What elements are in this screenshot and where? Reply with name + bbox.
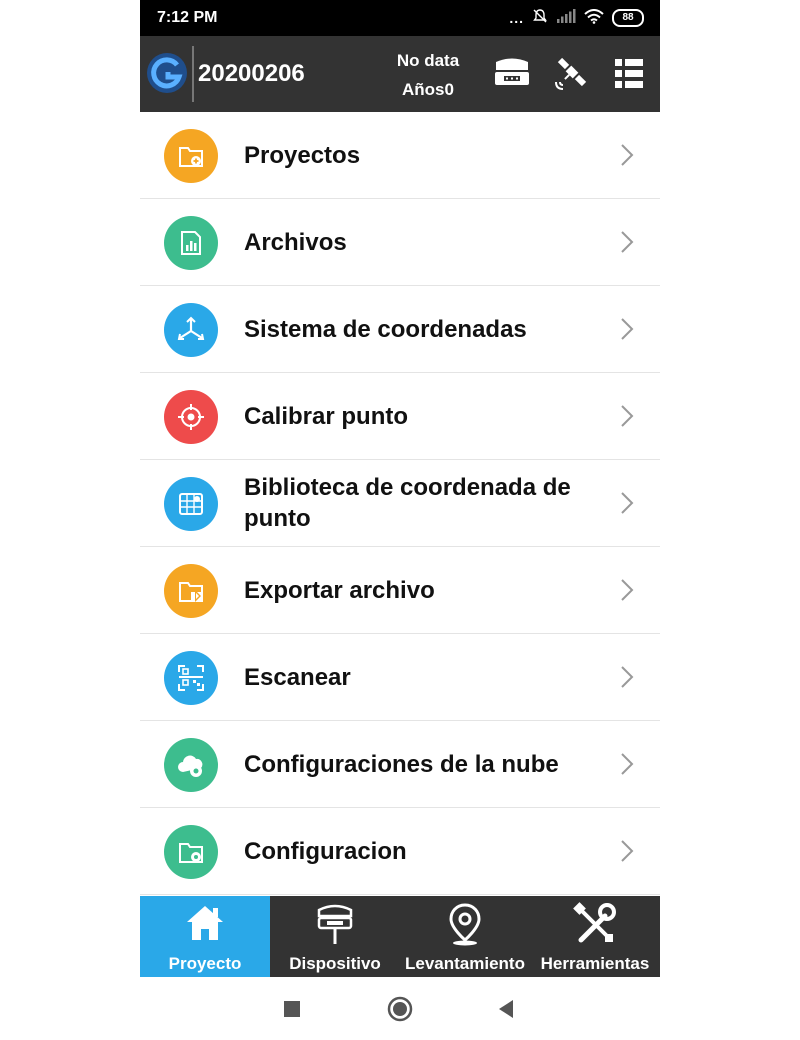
mute-bell-icon xyxy=(532,8,548,27)
signal-icon xyxy=(556,9,576,26)
chevron-right-icon xyxy=(621,579,634,601)
battery-icon: 88 xyxy=(612,8,644,27)
list-menu-icon[interactable] xyxy=(610,56,650,92)
menu-item-label: Configuraciones de la nube xyxy=(244,750,559,778)
app-logo-icon xyxy=(146,52,188,94)
menu-item-proyectos[interactable]: Proyectos xyxy=(140,112,660,199)
receiver-icon[interactable] xyxy=(492,56,532,92)
chevron-right-icon xyxy=(621,318,634,340)
phone-screen: 7:12 PM ... 88 20200206 No data Años0 Pr… xyxy=(140,0,660,1040)
menu-item-label: Sistema de coordenadas xyxy=(244,315,527,343)
satellite-icon[interactable] xyxy=(552,56,592,92)
menu-item-label: Biblioteca de coordenada de punto xyxy=(244,474,571,532)
file-chart-icon xyxy=(164,216,218,270)
menu-item-label: Archivos xyxy=(244,228,347,256)
chevron-right-icon xyxy=(621,666,634,688)
cloud-settings-icon xyxy=(164,738,218,792)
bottom-navigation: Proyecto Dispositivo Levantamiento Herra… xyxy=(140,896,660,977)
menu-item-exportar-archivo[interactable]: Exportar archivo xyxy=(140,547,660,634)
header-divider xyxy=(192,46,194,102)
qr-scan-icon xyxy=(164,651,218,705)
menu-item-configuraciones-nube[interactable]: Configuraciones de la nube xyxy=(140,721,660,808)
gnss-receiver-icon xyxy=(317,904,353,944)
menu-item-calibrar-punto[interactable]: Calibrar punto xyxy=(140,373,660,460)
recents-button[interactable] xyxy=(283,1000,301,1018)
menu-item-label: Configuracion xyxy=(244,837,407,865)
chevron-right-icon xyxy=(621,753,634,775)
tab-proyecto[interactable]: Proyecto xyxy=(140,896,270,977)
chevron-right-icon xyxy=(621,231,634,253)
tab-levantamiento[interactable]: Levantamiento xyxy=(400,896,530,977)
tab-label: Proyecto xyxy=(168,954,242,973)
home-icon xyxy=(187,906,223,940)
chevron-right-icon xyxy=(621,144,634,166)
back-button[interactable] xyxy=(497,999,515,1019)
menu-item-biblioteca-coordenada[interactable]: Biblioteca de coordenada de punto xyxy=(140,460,660,547)
menu-item-label: Escanear xyxy=(244,663,351,691)
project-name[interactable]: 20200206 xyxy=(198,60,305,88)
status-time: 7:12 PM xyxy=(157,9,218,26)
tab-herramientas[interactable]: Herramientas xyxy=(530,896,660,977)
menu-item-configuracion[interactable]: Configuracion xyxy=(140,808,660,895)
tools-icon xyxy=(573,902,616,943)
menu-item-label: Proyectos xyxy=(244,141,361,169)
coordinate-axes-icon xyxy=(164,303,218,357)
folder-settings-icon xyxy=(164,825,218,879)
app-header: 20200206 No data Años0 xyxy=(140,36,660,112)
status-indicators: ... 88 xyxy=(509,8,644,27)
folder-add-icon xyxy=(164,129,218,183)
folder-export-icon xyxy=(164,564,218,618)
tab-label: Herramientas xyxy=(540,954,650,973)
menu-item-label: Calibrar punto xyxy=(244,402,409,430)
system-navigation-bar xyxy=(140,977,660,1040)
menu-item-escanear[interactable]: Escanear xyxy=(140,634,660,721)
tab-label: Levantamiento xyxy=(405,954,525,973)
more-notifications-icon: ... xyxy=(509,9,524,26)
home-button[interactable] xyxy=(386,995,414,1023)
status-bar: 7:12 PM ... 88 xyxy=(140,0,660,36)
location-pin-icon xyxy=(449,903,481,946)
gps-status: No data Años0 xyxy=(390,46,466,104)
main-menu-list: Proyectos Archivos Sistema de coordenada… xyxy=(140,112,660,895)
chevron-right-icon xyxy=(621,840,634,862)
chevron-right-icon xyxy=(621,405,634,427)
gps-status-line2: Años0 xyxy=(402,80,454,99)
crosshair-icon xyxy=(164,390,218,444)
tab-dispositivo[interactable]: Dispositivo xyxy=(270,896,400,977)
gps-status-line1: No data xyxy=(396,51,460,70)
wifi-icon xyxy=(584,8,604,27)
map-grid-icon xyxy=(164,477,218,531)
menu-item-archivos[interactable]: Archivos xyxy=(140,199,660,286)
menu-item-sistema-coordenadas[interactable]: Sistema de coordenadas xyxy=(140,286,660,373)
tab-label: Dispositivo xyxy=(289,954,381,973)
menu-item-label: Exportar archivo xyxy=(244,576,435,604)
chevron-right-icon xyxy=(621,492,634,514)
